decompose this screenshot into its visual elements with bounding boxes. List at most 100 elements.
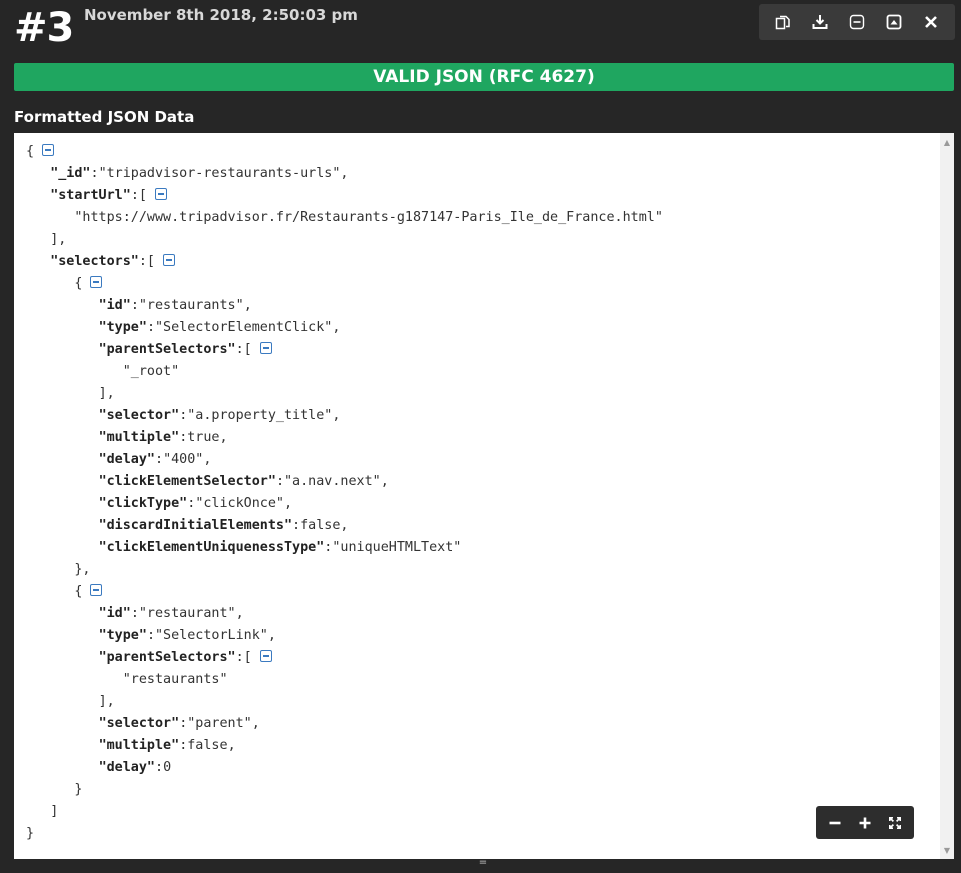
json-key: "multiple" — [98, 430, 180, 445]
json-line: "id":"restaurant", — [98, 606, 244, 621]
json-value: 0 — [163, 760, 172, 775]
result-toolbar — [759, 4, 955, 40]
json-line: "selectors":[ — [26, 251, 663, 273]
collapse-toggle[interactable] — [90, 276, 103, 288]
json-value: "a.nav.next" — [284, 474, 381, 489]
json-key: "id" — [98, 298, 131, 313]
json-line: "parentSelectors":[ — [26, 339, 663, 361]
collapse-toggle[interactable] — [154, 188, 167, 200]
json-line: "_id":"tripadvisor-restaurants-urls", — [50, 166, 349, 181]
scroll-down-arrow-icon[interactable]: ▼ — [940, 843, 954, 857]
json-line: "startUrl":[ — [26, 185, 663, 207]
collapse-toggle[interactable] — [90, 584, 103, 596]
json-line: { — [26, 273, 663, 295]
json-line: "delay":"400", — [98, 452, 212, 467]
json-key: "id" — [98, 606, 131, 621]
json-key: "selector" — [98, 716, 180, 731]
copy-button[interactable] — [768, 7, 798, 37]
collapse-toggle[interactable] — [259, 342, 272, 354]
json-line: ], — [98, 386, 115, 401]
json-line: "selector":"a.property_title", — [98, 408, 341, 423]
expand-up-icon — [886, 14, 902, 30]
collapse-toggle[interactable] — [259, 650, 272, 662]
json-value: "tripadvisor-restaurants-urls" — [98, 166, 341, 181]
json-key: "type" — [98, 320, 147, 335]
json-line: ], — [98, 694, 115, 709]
fullscreen-icon — [889, 816, 901, 829]
json-line: "delay":0 — [98, 760, 172, 775]
json-key: "discardInitialElements" — [98, 518, 293, 533]
json-value: "SelectorLink" — [155, 628, 268, 643]
json-value: "400" — [163, 452, 204, 467]
close-button[interactable] — [916, 7, 946, 37]
json-key: "selector" — [98, 408, 180, 423]
json-key: "clickType" — [98, 496, 188, 511]
json-key: "multiple" — [98, 738, 180, 753]
json-key: "selectors" — [50, 254, 139, 269]
json-value: "parent" — [187, 716, 252, 731]
json-line: "restaurants" — [26, 669, 663, 691]
section-label: Formatted JSON Data — [14, 108, 195, 126]
json-line: ], — [50, 232, 67, 247]
json-line: "https://www.tripadvisor.fr/Restaurants-… — [26, 207, 663, 229]
json-key: "parentSelectors" — [98, 342, 236, 357]
json-value: "clickOnce" — [195, 496, 284, 511]
download-icon — [812, 15, 828, 29]
json-line: "multiple":true, — [98, 430, 228, 445]
zoom-in-icon — [859, 817, 871, 828]
json-line: "_root" — [26, 361, 663, 383]
json-key: "_id" — [50, 166, 91, 181]
collapse-button[interactable] — [842, 7, 872, 37]
json-line: "id":"restaurants", — [98, 298, 252, 313]
json-key: "parentSelectors" — [98, 650, 236, 665]
json-value: false — [300, 518, 341, 533]
json-line: "clickElementSelector":"a.nav.next", — [98, 474, 389, 489]
json-value: "restaurants" — [138, 298, 244, 313]
collapse-toggle[interactable] — [163, 254, 175, 266]
json-line: "type":"SelectorLink", — [98, 628, 276, 643]
json-line: { — [26, 141, 663, 163]
json-line: "selector":"parent", — [98, 716, 260, 731]
json-value: "_root" — [122, 364, 180, 379]
zoom-in-button[interactable] — [852, 810, 878, 836]
json-key: "clickElementSelector" — [98, 474, 276, 489]
json-value: false — [187, 738, 228, 753]
expand-button[interactable] — [879, 7, 909, 37]
json-line: "clickElementUniquenessType":"uniqueHTML… — [98, 540, 462, 555]
timestamp: November 8th 2018, 2:50:03 pm — [84, 6, 358, 24]
json-value: true — [187, 430, 220, 445]
json-key: "startUrl" — [50, 188, 131, 203]
download-button[interactable] — [805, 7, 835, 37]
json-value: "restaurant" — [138, 606, 236, 621]
scroll-up-arrow-icon[interactable]: ▲ — [940, 135, 954, 149]
json-line: }, — [74, 562, 91, 577]
fullscreen-button[interactable] — [882, 810, 908, 836]
copy-icon — [776, 15, 791, 30]
result-number: #3 — [14, 5, 74, 51]
json-key: "delay" — [98, 452, 155, 467]
validation-status-bar: VALID JSON (RFC 4627) — [14, 63, 954, 91]
json-line: } — [26, 826, 35, 841]
json-tree: { "_id":"tripadvisor-restaurants-urls", … — [26, 141, 663, 845]
close-icon — [924, 16, 937, 28]
zoom-out-icon — [829, 821, 841, 824]
zoom-out-button[interactable] — [822, 810, 848, 836]
json-viewer[interactable]: { "_id":"tripadvisor-restaurants-urls", … — [14, 133, 954, 859]
json-line: "multiple":false, — [98, 738, 236, 753]
zoom-controls — [816, 806, 914, 839]
vertical-scrollbar[interactable]: ▲ ▼ — [940, 133, 954, 859]
json-value: "restaurants" — [122, 672, 228, 687]
json-line: "discardInitialElements":false, — [98, 518, 349, 533]
json-key: "type" — [98, 628, 147, 643]
json-line: "parentSelectors":[ — [26, 647, 663, 669]
collapse-toggle[interactable] — [42, 144, 55, 156]
json-value: "a.property_title" — [187, 408, 333, 423]
json-value: "https://www.tripadvisor.fr/Restaurants-… — [74, 210, 663, 225]
collapse-icon — [849, 14, 865, 30]
resize-handle-icon[interactable]: = — [478, 858, 488, 868]
json-line: { — [26, 581, 663, 603]
json-key: "delay" — [98, 760, 155, 775]
json-value: "uniqueHTMLText" — [332, 540, 462, 555]
json-line: "type":"SelectorElementClick", — [98, 320, 341, 335]
json-line: ] — [50, 804, 59, 819]
